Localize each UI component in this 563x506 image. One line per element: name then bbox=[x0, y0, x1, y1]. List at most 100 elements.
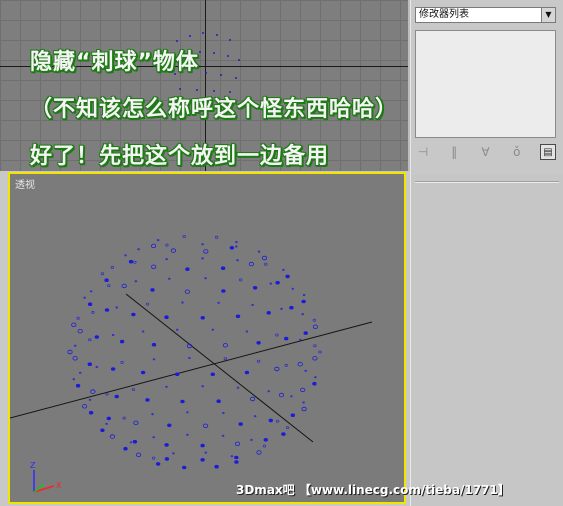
sphere-vertex-point bbox=[105, 392, 109, 396]
sphere-vertex-point bbox=[122, 416, 126, 420]
sphere-vertex-point bbox=[145, 398, 150, 402]
sphere-vertex-point bbox=[204, 277, 207, 280]
sphere-vertex-point bbox=[235, 314, 241, 319]
sphere-vertex-point bbox=[235, 245, 238, 248]
sphere-vertex-point bbox=[245, 330, 249, 333]
sphere-vertex-point bbox=[297, 361, 303, 367]
sphere-vertex-point bbox=[274, 366, 280, 372]
sphere-vertex-point bbox=[252, 286, 258, 290]
sphere-vertex-point bbox=[236, 386, 240, 389]
sphere-vertex-point bbox=[256, 359, 261, 363]
modifier-list-label: 修改器列表 bbox=[419, 9, 469, 20]
sphere-vertex-point bbox=[201, 243, 204, 246]
sphere-vertex-point bbox=[269, 282, 273, 285]
remove-modifier-icon[interactable]: ǒ bbox=[509, 144, 525, 160]
sphere-vertex-point bbox=[110, 265, 115, 269]
sphere-vertex-point bbox=[314, 376, 317, 379]
sphere-vertex-point bbox=[303, 331, 308, 335]
sphere-vertex-point bbox=[312, 324, 318, 329]
sphere-vertex-point bbox=[89, 290, 93, 293]
sphere-vertex-point bbox=[263, 438, 268, 442]
sphere-vertex-point bbox=[165, 385, 168, 388]
sphere-vertex-point bbox=[129, 441, 133, 444]
modifier-stack-toolbar: ⊣ ‖ ∀ ǒ ▤ bbox=[415, 143, 556, 161]
sphere-vertex-point bbox=[182, 465, 187, 470]
sphere-vertex-point bbox=[83, 296, 86, 299]
make-unique-icon[interactable]: ∀ bbox=[478, 144, 494, 160]
sphere-vertex-point bbox=[155, 462, 161, 466]
sphere-vertex-point bbox=[133, 260, 137, 264]
sphere-vertex-point bbox=[94, 335, 100, 339]
sphere-vertex-point bbox=[234, 455, 239, 460]
sphere-vertex-point bbox=[312, 381, 317, 386]
chevron-down-icon[interactable]: ▼ bbox=[541, 8, 555, 22]
grid-axis-y bbox=[125, 293, 314, 443]
sphere-vertex-point bbox=[151, 456, 156, 460]
sphere-vertex-point bbox=[106, 416, 112, 421]
sphere-vertex-point bbox=[168, 277, 171, 280]
sphere-vertex-point bbox=[104, 308, 110, 312]
sphere-vertex-point bbox=[280, 307, 283, 310]
command-panel: 修改器列表 ▼ ⊣ ‖ ∀ ǒ ▤ bbox=[410, 0, 563, 175]
sphere-vertex-point bbox=[278, 392, 285, 398]
sphere-vertex-point bbox=[132, 439, 138, 444]
sphere-vertex-point bbox=[298, 338, 302, 341]
sphere-vertex-point bbox=[151, 342, 157, 347]
sphere-vertex-point bbox=[250, 396, 256, 402]
sphere-vertex-point bbox=[285, 426, 290, 430]
sphere-vertex-point bbox=[67, 349, 73, 355]
sphere-vertex-point bbox=[204, 451, 208, 454]
sphere-vertex-point bbox=[203, 249, 209, 254]
sphere-vertex-point bbox=[110, 367, 116, 371]
sphere-vertex-point bbox=[210, 372, 215, 377]
perspective-scene: Z X bbox=[10, 235, 373, 493]
sphere-vertex-point bbox=[301, 313, 305, 316]
sphere-vertex-point bbox=[275, 419, 280, 423]
sphere-vertex-point bbox=[257, 250, 261, 253]
sphere-vertex-point bbox=[234, 441, 241, 446]
sphere-vertex-point bbox=[131, 387, 136, 391]
sphere-vertex-point bbox=[214, 464, 219, 469]
sphere-vertex-point bbox=[261, 255, 268, 261]
modifier-stack-list[interactable] bbox=[415, 30, 556, 138]
sphere-vertex-point bbox=[289, 305, 294, 310]
sphere-vertex-point bbox=[72, 356, 78, 361]
sphere-vertex-point bbox=[175, 328, 179, 331]
sphere-vertex-point bbox=[200, 443, 205, 448]
modifier-list-dropdown[interactable]: 修改器列表 ▼ bbox=[415, 7, 556, 23]
sphere-vertex-point bbox=[107, 284, 111, 288]
sphere-vertex-point bbox=[78, 371, 82, 374]
sphere-vertex-point bbox=[156, 239, 160, 242]
sphere-vertex-point bbox=[285, 274, 290, 279]
sphere-vertex-point bbox=[100, 428, 105, 433]
svg-text:Z: Z bbox=[30, 461, 36, 470]
sphere-vertex-point bbox=[175, 372, 180, 377]
sphere-vertex-point bbox=[91, 310, 95, 314]
sphere-vertex-point bbox=[88, 338, 92, 342]
sphere-vertex-point bbox=[76, 316, 80, 320]
sphere-vertex-point bbox=[150, 288, 155, 292]
sphere-vertex-point bbox=[75, 383, 81, 388]
sphere-vertex-point bbox=[318, 350, 322, 354]
sphere-vertex-point bbox=[151, 264, 157, 269]
sphere-vertex-point bbox=[302, 293, 306, 297]
axis-tripod-icon: Z X bbox=[30, 461, 62, 493]
sphere-vertex-point bbox=[217, 301, 220, 304]
sphere-vertex-point bbox=[186, 411, 189, 414]
sphere-vertex-point bbox=[201, 257, 204, 260]
sphere-vertex-point bbox=[120, 360, 124, 364]
show-end-result-icon[interactable]: ‖ bbox=[446, 144, 462, 160]
sphere-vertex-point bbox=[137, 248, 140, 251]
sphere-vertex-point bbox=[238, 278, 243, 282]
sphere-vertex-point bbox=[201, 385, 204, 388]
sphere-vertex-point bbox=[300, 387, 306, 393]
perspective-viewport[interactable]: 透视 Z X bbox=[8, 172, 406, 504]
pin-stack-icon[interactable]: ⊣ bbox=[415, 144, 431, 160]
sphere-vertex-point bbox=[115, 306, 118, 309]
sphere-vertex-point bbox=[164, 457, 170, 461]
sphere-vertex-point bbox=[200, 316, 205, 320]
sphere-vertex-point bbox=[290, 413, 295, 417]
configure-modifier-sets-icon[interactable]: ▤ bbox=[540, 144, 556, 160]
caption-line-3: 好了！先把这个放到一边备用 bbox=[30, 144, 330, 169]
grid-axis-x bbox=[10, 321, 373, 419]
